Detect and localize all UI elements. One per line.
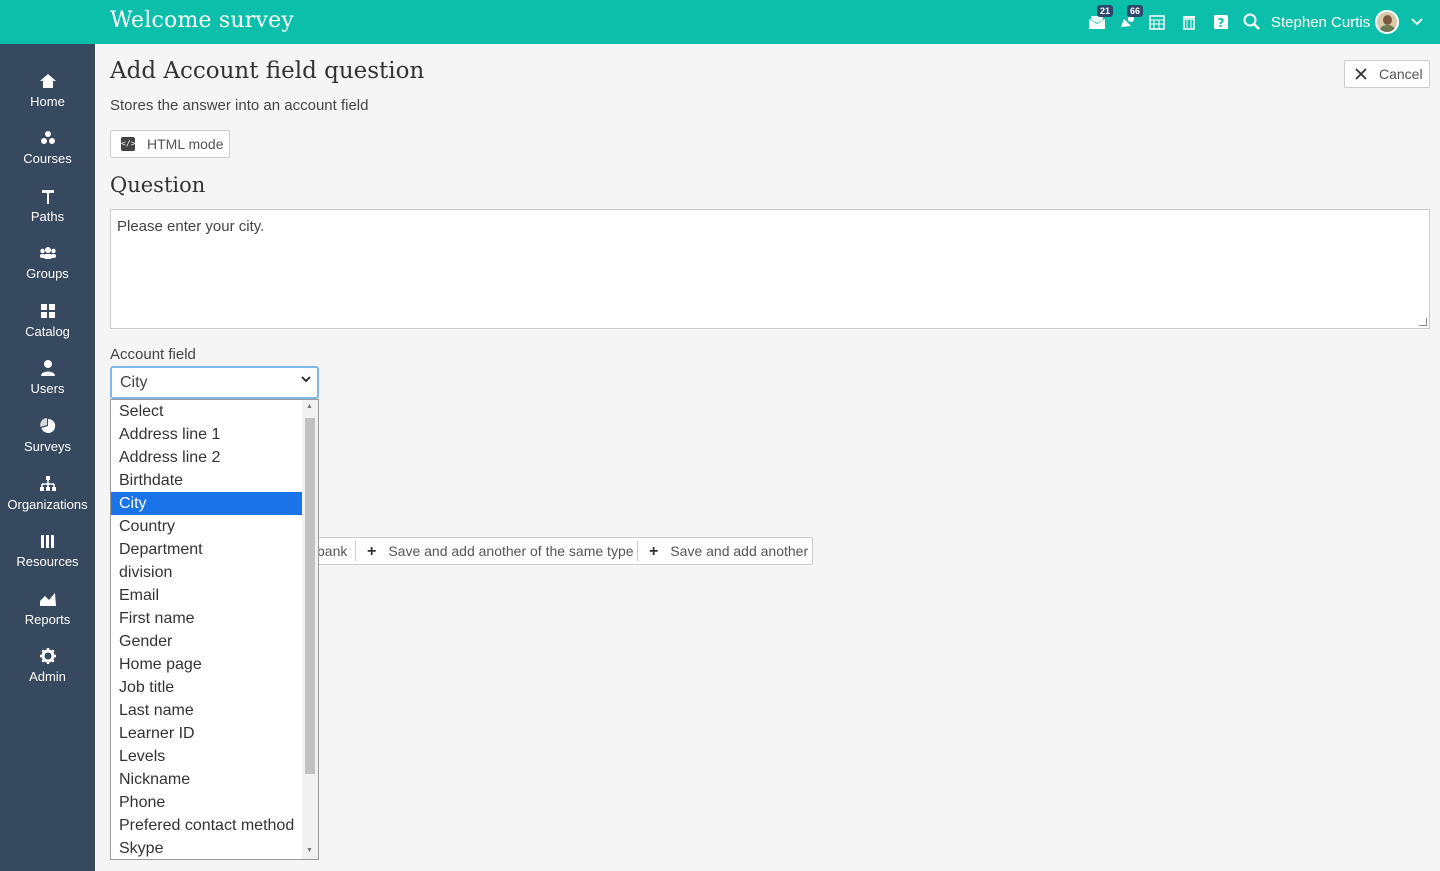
sidebar-item-reports[interactable]: Reports <box>0 590 95 642</box>
top-bar: Welcome survey 21 66 ? Stephen Curtis <box>0 0 1440 44</box>
sidebar-item-label: Paths <box>30 209 65 224</box>
sidebar-item-label: Surveys <box>24 439 71 454</box>
sidebar-item-groups[interactable]: Groups <box>0 244 95 296</box>
resize-handle[interactable] <box>1419 318 1427 326</box>
trash-icon[interactable] <box>1179 12 1199 32</box>
reports-icon <box>39 593 56 606</box>
option-select[interactable]: Select <box>111 400 302 423</box>
sidebar-item-label: Resources <box>16 554 79 569</box>
sidebar-item-courses[interactable]: Courses <box>0 129 95 181</box>
organizations-icon <box>39 476 56 491</box>
sidebar-item-paths[interactable]: Paths <box>0 187 95 239</box>
calendar-icon[interactable] <box>1147 12 1167 32</box>
app-title: Welcome survey <box>110 8 294 33</box>
option-department[interactable]: Department <box>111 538 302 561</box>
groups-icon <box>39 247 56 259</box>
courses-icon <box>40 131 55 144</box>
option-address-line-2[interactable]: Address line 2 <box>111 446 302 469</box>
sidebar-item-label: Organizations <box>7 497 88 512</box>
option-home-page[interactable]: Home page <box>111 653 302 676</box>
alerts-badge: 66 <box>1127 5 1144 17</box>
save-add-same-type-label: Save and add another of the same type <box>388 543 634 559</box>
sidebar-item-label: Catalog <box>25 324 70 339</box>
sidebar-item-label: Admin <box>29 669 66 684</box>
option-last-name[interactable]: Last name <box>111 699 302 722</box>
sidebar-item-users[interactable]: Users <box>0 359 95 411</box>
html-mode-button[interactable]: </> HTML mode <box>110 130 230 158</box>
home-icon <box>39 74 56 88</box>
dropdown-scrollbar[interactable]: ▲ ▼ <box>302 400 318 859</box>
code-icon: </> <box>121 137 135 151</box>
cancel-label: Cancel <box>1379 66 1423 82</box>
sidebar: Home Courses Paths Groups Catalog Users … <box>0 44 95 871</box>
sidebar-item-home[interactable]: Home <box>0 72 95 124</box>
sidebar-item-catalog[interactable]: Catalog <box>0 302 95 354</box>
sidebar-item-label: Groups <box>26 266 69 281</box>
option-gender[interactable]: Gender <box>111 630 302 653</box>
alerts-icon[interactable]: 66 <box>1117 5 1144 32</box>
messages-icon[interactable]: 21 <box>1087 5 1114 32</box>
admin-icon <box>39 648 56 664</box>
sidebar-item-label: Reports <box>24 612 71 627</box>
page-subtitle: Stores the answer into an account field <box>110 97 369 114</box>
option-birthdate[interactable]: Birthdate <box>111 469 302 492</box>
users-icon <box>40 360 55 376</box>
question-text: Please enter your city. <box>117 218 265 235</box>
option-levels[interactable]: Levels <box>111 745 302 768</box>
option-country[interactable]: Country <box>111 515 302 538</box>
option-division[interactable]: division <box>111 561 302 584</box>
surveys-icon <box>39 418 55 433</box>
option-address-line-1[interactable]: Address line 1 <box>111 423 302 446</box>
avatar[interactable] <box>1375 10 1399 34</box>
cancel-button[interactable]: Cancel <box>1344 60 1430 88</box>
option-first-name[interactable]: First name <box>111 607 302 630</box>
option-phone[interactable]: Phone <box>111 791 302 814</box>
svg-text:?: ? <box>1218 16 1225 30</box>
resources-icon <box>40 535 54 548</box>
sidebar-item-admin[interactable]: Admin <box>0 647 95 699</box>
page-title: Add Account field question <box>110 58 425 84</box>
chevron-down-icon[interactable] <box>1407 12 1427 32</box>
option-nickname[interactable]: Nickname <box>111 768 302 791</box>
catalog-icon <box>40 304 55 318</box>
plus-icon: + <box>649 543 659 560</box>
sidebar-item-surveys[interactable]: Surveys <box>0 417 95 469</box>
option-job-title[interactable]: Job title <box>111 676 302 699</box>
close-icon <box>1355 68 1367 80</box>
question-textarea[interactable]: Please enter your city. <box>110 209 1430 329</box>
question-heading: Question <box>110 173 206 197</box>
chevron-down-icon <box>301 376 311 383</box>
scroll-down-icon[interactable]: ▼ <box>306 847 313 854</box>
sidebar-item-label: Courses <box>23 151 72 166</box>
account-field-label: Account field <box>110 346 196 363</box>
sidebar-item-label: Home <box>30 94 65 109</box>
sidebar-item-resources[interactable]: Resources <box>0 532 95 584</box>
search-icon[interactable] <box>1242 12 1262 32</box>
account-field-dropdown[interactable]: Select Address line 1 Address line 2 Bir… <box>110 399 319 860</box>
paths-icon <box>41 190 54 204</box>
select-value: City <box>120 374 148 391</box>
help-icon[interactable]: ? <box>1211 12 1231 32</box>
save-add-another-label: Save and add another <box>670 543 809 559</box>
account-field-select[interactable]: City <box>110 366 319 399</box>
save-to-bank-button[interactable]: bank <box>317 538 347 564</box>
user-name[interactable]: Stephen Curtis <box>1271 14 1370 31</box>
option-prefered-contact-method[interactable]: Prefered contact method <box>111 814 302 837</box>
option-email[interactable]: Email <box>111 584 302 607</box>
sidebar-item-label: Users <box>30 381 65 396</box>
save-add-same-type-button[interactable]: + Save and add another of the same type <box>367 538 634 564</box>
scrollbar-thumb[interactable] <box>305 418 315 774</box>
html-mode-label: HTML mode <box>147 136 224 152</box>
sidebar-item-organizations[interactable]: Organizations <box>0 475 95 527</box>
option-city[interactable]: City <box>111 492 302 515</box>
option-learner-id[interactable]: Learner ID <box>111 722 302 745</box>
messages-badge: 21 <box>1097 5 1114 17</box>
save-add-another-button[interactable]: + Save and add another <box>649 538 808 564</box>
plus-icon: + <box>367 543 377 560</box>
option-skype[interactable]: Skype <box>111 837 302 859</box>
scroll-up-icon[interactable]: ▲ <box>306 403 313 410</box>
